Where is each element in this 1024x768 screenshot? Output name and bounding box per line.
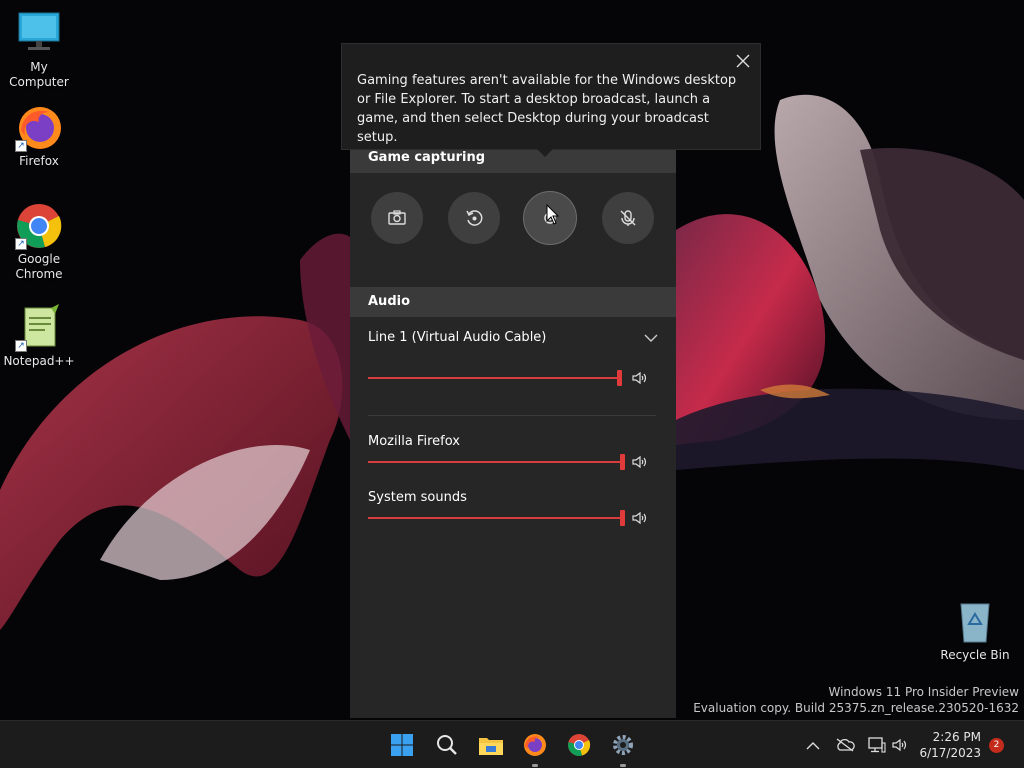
windows-logo-icon [391,734,413,756]
desktop-icon-my-computer[interactable]: My Computer [0,10,78,90]
app-label-firefox: Mozilla Firefox [368,434,460,449]
replay-icon [466,210,483,226]
search-button[interactable] [431,729,463,761]
desktop-icon-recycle-bin[interactable]: Recycle Bin [936,598,1014,663]
close-icon [736,54,750,68]
audio-device-dropdown[interactable]: Line 1 (Virtual Audio Cable) [368,330,658,350]
shortcut-arrow-icon: ↗ [15,238,27,250]
desktop-icon-label: Notepad++ [3,354,75,368]
firefox-icon [524,734,546,756]
slider-thumb[interactable] [620,510,625,526]
notepadpp-icon: ↗ [15,304,63,352]
firefox-icon: ↗ [15,104,63,152]
tooltip-text: Gaming features aren't available for the… [357,73,737,145]
slider-track [368,517,623,519]
section-heading-audio: Audio [350,287,676,317]
shortcut-arrow-icon: ↗ [15,340,27,352]
watermark-line: Windows 11 Pro Insider Preview [828,685,1019,699]
desktop-icon-label: Google Chrome [15,252,63,281]
cloud-off-icon [836,738,855,752]
system-sounds-volume-slider[interactable] [368,508,626,528]
chrome-icon [568,734,591,756]
audio-divider [368,415,656,416]
screenshot-button[interactable] [371,192,423,244]
network-icon [868,737,886,753]
speaker-icon[interactable] [632,455,648,469]
desktop-icon-label: My Computer [9,60,69,89]
slider-track [368,461,623,463]
taskbar-clock[interactable]: 2:26 PM 6/17/2023 [919,729,981,761]
speaker-icon [892,738,907,752]
volume-tray-button[interactable] [885,729,917,761]
taskbar: 2:26 PM 6/17/2023 2 [0,720,1024,768]
taskbar-firefox[interactable] [519,729,551,767]
clock-date: 6/17/2023 [919,746,981,760]
running-indicator [620,764,626,767]
show-hidden-icons-button[interactable] [797,729,829,761]
windows-watermark: Windows 11 Pro Insider Preview Evaluatio… [693,684,1019,716]
search-icon [437,735,457,755]
firefox-volume-slider[interactable] [368,452,626,472]
taskbar-chrome[interactable] [563,729,595,761]
desktop-icon-notepadpp[interactable]: ↗ Notepad++ [0,304,78,369]
shortcut-arrow-icon: ↗ [15,140,27,152]
chevron-up-icon [806,741,820,749]
app-label-system-sounds: System sounds [368,490,467,505]
speaker-icon[interactable] [632,371,648,385]
desktop-icon-label: Recycle Bin [940,648,1010,662]
camera-icon [388,210,406,225]
mouse-cursor-icon [546,204,560,225]
tooltip-pointer [537,149,553,157]
watermark-line: Evaluation copy. Build 25375.zn_release.… [693,701,1019,715]
mic-toggle-button[interactable] [602,192,654,244]
gear-icon [613,735,633,755]
desktop-icon-chrome[interactable]: ↗ Google Chrome [0,202,78,282]
notification-badge[interactable]: 2 [989,738,1004,753]
taskbar-file-explorer[interactable] [475,729,507,761]
speaker-icon[interactable] [632,511,648,525]
chevron-down-icon [644,334,658,342]
device-volume-slider[interactable] [368,368,624,388]
mic-off-icon [620,210,636,226]
slider-thumb[interactable] [620,454,625,470]
slider-thumb[interactable] [617,370,622,386]
start-button[interactable] [386,729,418,761]
taskbar-settings[interactable] [607,729,639,767]
recycle-bin-icon [951,598,999,646]
slider-track [368,377,620,379]
onedrive-tray-button[interactable] [829,729,861,761]
chrome-icon: ↗ [15,202,63,250]
tooltip-close-button[interactable] [732,50,754,72]
audio-device-label: Line 1 (Virtual Audio Cable) [368,330,547,345]
desktop-icon-firefox[interactable]: ↗ Firefox [0,104,78,169]
info-tooltip: Gaming features aren't available for the… [341,43,761,150]
clock-time: 2:26 PM [932,730,981,744]
desktop-icon-label: Firefox [19,154,59,168]
record-last-button[interactable] [448,192,500,244]
running-indicator [532,764,538,767]
folder-icon [479,738,503,755]
computer-icon [15,10,63,58]
